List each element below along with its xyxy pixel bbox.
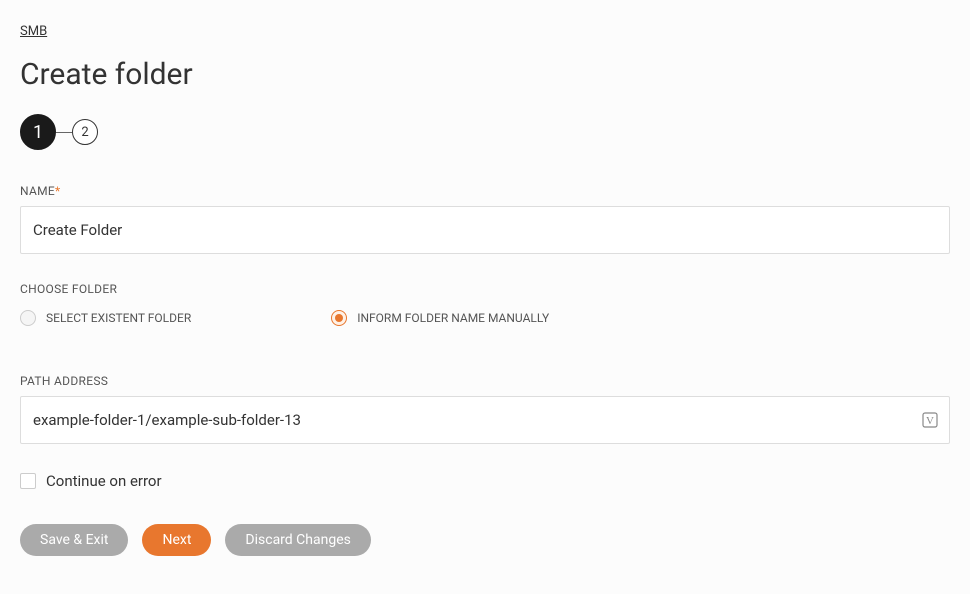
continue-on-error-checkbox[interactable] [20,473,36,489]
radio-dot [335,314,343,322]
name-input[interactable] [20,206,950,254]
radio-circle-selected [331,310,347,326]
name-label: NAME* [20,184,950,198]
step-1[interactable]: 1 [20,114,56,150]
choose-folder-group: CHOOSE FOLDER SELECT EXISTENT FOLDER INF… [20,282,950,326]
required-star: * [55,184,60,198]
continue-on-error-row[interactable]: Continue on error [20,472,950,490]
next-button[interactable]: Next [142,524,211,556]
radio-circle-unselected [20,310,36,326]
path-address-input[interactable] [20,396,950,444]
radio-label-inform-manually: INFORM FOLDER NAME MANUALLY [357,311,549,325]
continue-on-error-label: Continue on error [46,472,162,490]
path-input-wrapper: V [20,396,950,444]
stepper: 1 2 [20,114,950,150]
radio-row: SELECT EXISTENT FOLDER INFORM FOLDER NAM… [20,310,950,326]
name-label-text: NAME [20,184,55,198]
radio-select-existent[interactable]: SELECT EXISTENT FOLDER [20,310,191,326]
svg-text:V: V [926,415,934,427]
choose-folder-label: CHOOSE FOLDER [20,282,950,296]
button-row: Save & Exit Next Discard Changes [20,524,950,556]
page-title: Create folder [20,57,950,92]
breadcrumb-link[interactable]: SMB [20,24,47,39]
save-exit-button[interactable]: Save & Exit [20,524,128,556]
variable-icon[interactable]: V [922,412,938,428]
path-address-group: PATH ADDRESS V [20,374,950,444]
radio-inform-manually[interactable]: INFORM FOLDER NAME MANUALLY [331,310,549,326]
path-address-label: PATH ADDRESS [20,374,950,388]
discard-button[interactable]: Discard Changes [225,524,370,556]
step-connector [56,132,72,133]
name-field-group: NAME* [20,184,950,254]
step-2[interactable]: 2 [72,119,98,145]
radio-label-select-existent: SELECT EXISTENT FOLDER [46,311,191,325]
